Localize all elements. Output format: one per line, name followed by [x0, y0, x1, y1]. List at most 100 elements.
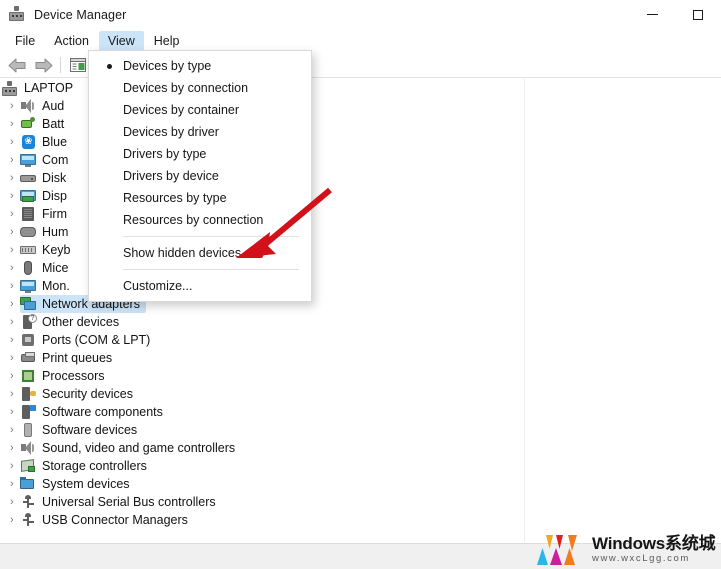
chevron-right-icon[interactable]: ›	[6, 223, 20, 241]
tree-item-label: Ports (COM & LPT)	[42, 333, 151, 347]
menu-action[interactable]: Action	[45, 31, 98, 51]
tree-item-label: USB Connector Managers	[42, 513, 188, 527]
tree-item-ports[interactable]: › Ports (COM & LPT)	[0, 331, 524, 349]
tree-item-label: Sound, video and game controllers	[42, 441, 236, 455]
keyboard-icon	[20, 242, 36, 258]
tree-item-label: Com	[42, 153, 69, 167]
chevron-right-icon[interactable]: ›	[6, 349, 20, 367]
tree-item-label: Disp	[42, 189, 68, 203]
tree-item-system-devices[interactable]: › System devices	[0, 475, 524, 493]
tree-item-label: Keyb	[42, 243, 71, 257]
menu-item-drivers-by-type[interactable]: Drivers by type	[89, 143, 311, 165]
menu-item-devices-by-connection[interactable]: Devices by connection	[89, 77, 311, 99]
software-component-icon	[20, 404, 36, 420]
menu-item-label: Resources by type	[123, 191, 227, 205]
title-bar: Device Manager	[0, 0, 721, 29]
back-button[interactable]	[4, 54, 30, 76]
tree-item-label: Disk	[42, 171, 67, 185]
chevron-right-icon[interactable]: ›	[6, 403, 20, 421]
other-device-icon: ?	[20, 314, 37, 330]
chevron-right-icon[interactable]: ›	[6, 385, 20, 403]
menu-item-label: Customize...	[123, 279, 193, 293]
tree-item-storage-controllers[interactable]: › Storage controllers	[0, 457, 524, 475]
menu-item-customize[interactable]: Customize...	[89, 275, 311, 297]
menu-item-show-hidden-devices[interactable]: Show hidden devices	[89, 242, 311, 264]
pane-divider	[524, 79, 525, 542]
tree-item-label: Software devices	[42, 423, 138, 437]
tree-item-usb-connector-managers[interactable]: › USB Connector Managers	[0, 511, 524, 529]
tree-item-label: Other devices	[42, 315, 120, 329]
menu-item-label: Drivers by device	[123, 169, 219, 183]
chevron-right-icon[interactable]: ›	[6, 295, 20, 313]
tree-root-label: LAPTOP	[24, 81, 74, 95]
tree-item-processors[interactable]: › Processors	[0, 367, 524, 385]
audio-icon	[20, 440, 36, 456]
watermark-text: Windows系统城 www.wxcLgg.com	[592, 534, 716, 565]
watermark: Windows系统城 www.wxcLgg.com	[534, 530, 721, 569]
chevron-right-icon[interactable]: ›	[6, 439, 20, 457]
chevron-right-icon[interactable]: ›	[6, 115, 20, 133]
tree-item-label: Universal Serial Bus controllers	[42, 495, 216, 509]
chevron-right-icon[interactable]: ›	[6, 277, 20, 295]
chevron-right-icon[interactable]: ›	[6, 205, 20, 223]
menu-item-label: Devices by driver	[123, 125, 219, 139]
tree-item-label: Print queues	[42, 351, 113, 365]
menu-item-resources-by-connection[interactable]: Resources by connection	[89, 209, 311, 231]
tree-item-print-queues[interactable]: › Print queues	[0, 349, 524, 367]
menu-separator	[123, 236, 299, 237]
chevron-right-icon[interactable]: ›	[6, 133, 20, 151]
menu-bar: File Action View Help	[0, 29, 721, 52]
tree-item-sound-video-game-controllers[interactable]: › Sound, video and game controllers	[0, 439, 524, 457]
menu-file[interactable]: File	[6, 31, 44, 51]
usb-icon	[20, 494, 36, 510]
display-adapter-icon	[20, 188, 36, 204]
firmware-icon	[20, 206, 36, 222]
chevron-right-icon[interactable]: ›	[6, 367, 20, 385]
minimize-button[interactable]	[629, 0, 675, 29]
tree-item-label: Mon.	[42, 279, 70, 293]
tree-item-label: Mice	[42, 261, 69, 275]
tree-item-usb-controllers[interactable]: › Universal Serial Bus controllers	[0, 493, 524, 511]
chevron-right-icon[interactable]: ›	[6, 187, 20, 205]
menu-item-label: Devices by type	[123, 59, 212, 73]
menu-item-devices-by-type[interactable]: Devices by type	[89, 55, 311, 77]
menu-item-resources-by-type[interactable]: Resources by type	[89, 187, 311, 209]
audio-icon	[20, 98, 36, 114]
left-arrow-icon	[8, 58, 25, 72]
menu-item-devices-by-driver[interactable]: Devices by driver	[89, 121, 311, 143]
maximize-button[interactable]	[675, 0, 721, 29]
menu-item-devices-by-container[interactable]: Devices by container	[89, 99, 311, 121]
chevron-right-icon[interactable]: ›	[6, 169, 20, 187]
chevron-right-icon[interactable]: ›	[6, 475, 20, 493]
tree-item-label: Batt	[42, 117, 65, 131]
tree-item-label: Hum	[42, 225, 69, 239]
human-interface-icon	[20, 224, 36, 240]
radio-selected-icon	[95, 63, 123, 69]
chevron-right-icon[interactable]: ›	[6, 97, 20, 115]
tree-item-software-devices[interactable]: › Software devices	[0, 421, 524, 439]
watermark-title: Windows系统城	[592, 534, 716, 553]
computer-icon	[20, 152, 36, 168]
menu-item-drivers-by-device[interactable]: Drivers by device	[89, 165, 311, 187]
chevron-right-icon[interactable]: ›	[6, 151, 20, 169]
chevron-right-icon[interactable]: ›	[6, 241, 20, 259]
monitor-icon	[20, 278, 36, 294]
tree-item-label: Storage controllers	[42, 459, 147, 473]
chevron-right-icon[interactable]: ›	[6, 313, 20, 331]
tree-item-software-components[interactable]: › Software components	[0, 403, 524, 421]
chevron-right-icon[interactable]: ›	[6, 511, 20, 529]
chevron-right-icon[interactable]: ›	[6, 457, 20, 475]
window-controls	[629, 0, 721, 29]
tree-item-security-devices[interactable]: › Security devices	[0, 385, 524, 403]
chevron-right-icon[interactable]: ›	[6, 493, 20, 511]
properties-icon	[70, 58, 86, 72]
menu-help[interactable]: Help	[145, 31, 189, 51]
forward-button[interactable]	[30, 54, 56, 76]
tree-item-other-devices[interactable]: › ? Other devices	[0, 313, 524, 331]
menu-view[interactable]: View	[98, 30, 144, 51]
tree-item-label: Security devices	[42, 387, 134, 401]
chevron-right-icon[interactable]: ›	[6, 331, 20, 349]
chevron-right-icon[interactable]: ›	[6, 259, 20, 277]
right-arrow-icon	[35, 58, 52, 72]
chevron-right-icon[interactable]: ›	[6, 421, 20, 439]
